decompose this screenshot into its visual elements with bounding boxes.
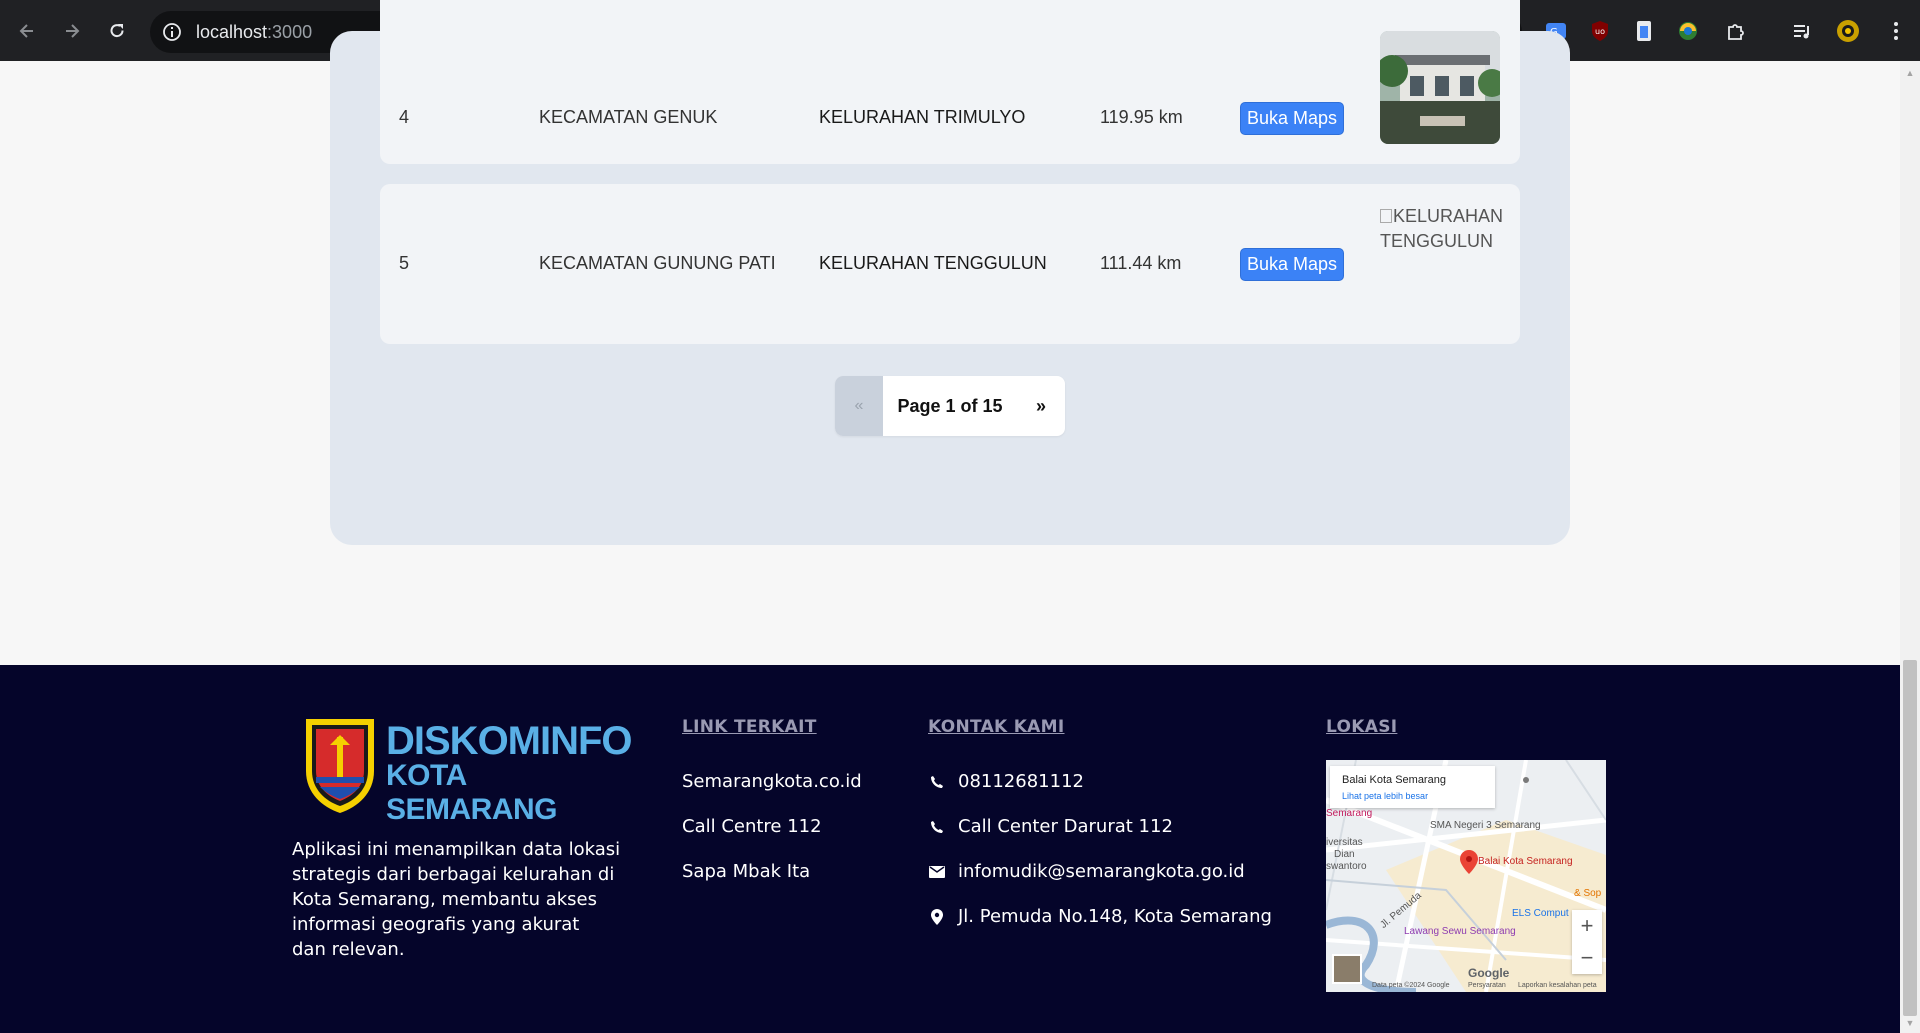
map-label: Dian: [1334, 849, 1355, 860]
kelurahan-cell: KELURAHAN TENGGULUN: [819, 253, 1047, 273]
url-text: localhost:3000: [196, 22, 312, 43]
building-photo-image: [1380, 31, 1500, 144]
city-emblem-icon: [306, 719, 374, 813]
site-info-icon[interactable]: [162, 22, 182, 42]
satellite-toggle[interactable]: [1332, 954, 1362, 984]
url-port: :3000: [267, 22, 313, 42]
contact-text: 08112681112: [958, 771, 1084, 792]
open-maps-button[interactable]: Buka Maps: [1240, 248, 1344, 281]
map-report-link[interactable]: Laporkan kesalahan peta: [1518, 982, 1597, 989]
pagination: « Page 1 of 15 »: [835, 376, 1065, 436]
back-button[interactable]: [11, 15, 43, 47]
link-call-centre[interactable]: Call Centre 112: [682, 816, 822, 837]
kelurahan-photo: [1380, 31, 1500, 144]
forward-button[interactable]: [56, 15, 88, 47]
map-zoom-controls: + −: [1572, 910, 1602, 974]
map-place-name: Balai Kota Semarang: [1342, 774, 1446, 786]
contact-text: Call Center Darurat 112: [958, 816, 1173, 837]
about-line: strategis dari berbagai kelurahan di: [292, 864, 615, 885]
map-label: swantoro: [1326, 861, 1367, 872]
map-label: Balai Kota Semarang: [1478, 856, 1573, 867]
contact-text: infomudik@semarangkota.go.id: [958, 861, 1245, 882]
chrome-menu-icon[interactable]: [1884, 19, 1908, 43]
map-terms-link[interactable]: Persyaratan: [1468, 982, 1506, 989]
kelurahan-cell: KELURAHAN TRIMULYO: [819, 107, 1026, 127]
url-host: localhost: [196, 22, 268, 42]
contact-emergency: Call Center Darurat 112: [928, 816, 1173, 837]
table-row: 5 KECAMATAN GUNUNG PATI KELURAHAN TENGGU…: [380, 184, 1520, 344]
open-maps-button[interactable]: Buka Maps: [1240, 102, 1344, 135]
contact-address: Jl. Pemuda No.148, Kota Semarang: [928, 906, 1272, 927]
embedded-map[interactable]: Balai Kota Semarang Lihat peta lebih bes…: [1326, 760, 1606, 992]
reload-icon: [110, 24, 124, 38]
reload-button[interactable]: [101, 15, 133, 47]
colorful-extension-icon[interactable]: [1676, 19, 1700, 43]
phone-icon: [928, 773, 946, 791]
svg-text:uo: uo: [1595, 27, 1605, 36]
broken-image-icon: [1380, 209, 1392, 223]
map-label: Lawang Sewu Semarang: [1404, 926, 1516, 937]
page-indicator: Page 1 of 15: [897, 395, 1003, 416]
scroll-up-arrow[interactable]: ▲: [1903, 66, 1917, 80]
contact-phone: 08112681112: [928, 771, 1084, 792]
location-heading: LOKASI: [1326, 717, 1398, 737]
about-line: informasi geografis yang akurat: [292, 914, 580, 935]
about-line: Aplikasi ini menampilkan data lokasi: [292, 839, 621, 860]
map-attribution: Data peta ©2024 Google: [1372, 982, 1450, 989]
map-label: ELS Comput: [1512, 908, 1569, 919]
map-label: Semarang: [1326, 808, 1373, 819]
table-row: 4 KECAMATAN GENUK KELURAHAN TRIMULYO 119…: [380, 0, 1520, 164]
about-text: Aplikasi ini menampilkan data lokasi str…: [292, 837, 622, 962]
kecamatan-cell: KECAMATAN GUNUNG PATI: [539, 253, 776, 273]
site-footer: DISKOMINFO KOTA SEMARANG Aplikasi ini me…: [0, 665, 1900, 1033]
docs-extension-icon[interactable]: [1632, 19, 1656, 43]
map-label: SMA Negeri 3 Semarang: [1430, 820, 1541, 831]
extensions-puzzle-icon[interactable]: [1724, 19, 1748, 43]
data-table-panel: 4 KECAMATAN GENUK KELURAHAN TRIMULYO 119…: [330, 0, 1570, 545]
contact-heading: KONTAK KAMI: [928, 717, 1065, 737]
location-pin-icon: [928, 908, 946, 926]
map-label: iversitas: [1326, 837, 1363, 848]
back-arrow-icon: [19, 24, 33, 38]
contact-text: Jl. Pemuda No.148, Kota Semarang: [958, 906, 1272, 927]
distance-cell: 119.95 km: [1100, 107, 1183, 127]
logo-subtitle: KOTA SEMARANG: [386, 759, 558, 826]
row-number: 4: [399, 107, 410, 127]
map-label: & Sop: [1574, 888, 1602, 899]
about-line: dan relevan.: [292, 939, 405, 960]
link-sapa-mbak-ita[interactable]: Sapa Mbak Ita: [682, 861, 810, 882]
zoom-in-button[interactable]: +: [1572, 910, 1602, 942]
phone-icon: [928, 818, 946, 836]
logo-title: DISKOMINFO: [386, 719, 633, 763]
about-line: Kota Semarang, membantu akses: [292, 889, 597, 910]
zoom-out-button[interactable]: −: [1572, 942, 1602, 974]
next-page-button[interactable]: »: [1017, 376, 1065, 436]
distance-cell: 111.44 km: [1100, 253, 1182, 273]
ublock-extension-icon[interactable]: uo: [1588, 19, 1612, 43]
profile-avatar-icon[interactable]: [1836, 19, 1860, 43]
map-place-card: Balai Kota Semarang Lihat peta lebih bes…: [1330, 766, 1495, 808]
links-heading: LINK TERKAIT: [682, 717, 817, 737]
google-logo: Google: [1468, 966, 1510, 980]
main-content: 4 KECAMATAN GENUK KELURAHAN TRIMULYO 119…: [0, 0, 1900, 665]
alt-text-line: KELURAHAN: [1393, 206, 1504, 226]
scroll-down-arrow[interactable]: ▼: [1903, 1016, 1917, 1030]
kecamatan-cell: KECAMATAN GENUK: [539, 107, 718, 127]
view-larger-map-link[interactable]: Lihat peta lebih besar: [1342, 791, 1428, 801]
diskominfo-logo: DISKOMINFO KOTA SEMARANG: [302, 715, 633, 826]
broken-image-alt: KELURAHAN TENGGULUN: [1380, 204, 1503, 254]
row-number: 5: [399, 253, 410, 273]
alt-text-line: TENGGULUN: [1380, 231, 1494, 251]
contact-email: infomudik@semarangkota.go.id: [928, 861, 1245, 882]
scrollbar-thumb[interactable]: [1903, 660, 1917, 1016]
forward-arrow-icon: [66, 24, 80, 38]
link-semarangkota[interactable]: Semarangkota.co.id: [682, 771, 862, 792]
map-marker-icon: [1460, 850, 1478, 874]
mail-icon: [928, 863, 946, 881]
previous-page-button[interactable]: «: [835, 376, 883, 436]
media-queue-icon[interactable]: [1790, 19, 1814, 43]
